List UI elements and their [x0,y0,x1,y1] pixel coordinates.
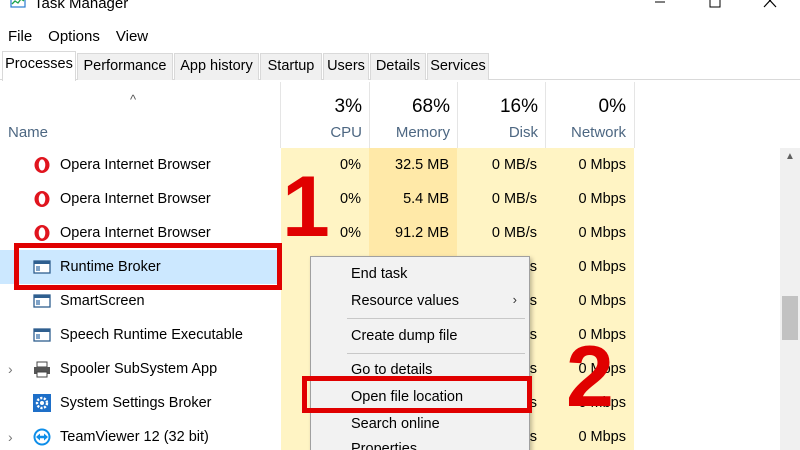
chevron-right-icon[interactable]: › [8,420,13,450]
tab-performance[interactable]: Performance [77,53,173,80]
row-name-cell[interactable]: › TeamViewer 12 (32 bit) [0,420,278,450]
close-button[interactable] [755,0,785,14]
close-icon [763,0,777,8]
memory-total: 68% [411,96,450,117]
menu-item-open-file-location[interactable]: Open file location [351,389,463,405]
cpu-total: 3% [334,96,362,117]
disk-cell: 0 MB/s [457,182,545,216]
opera-icon [34,225,50,241]
row-name-cell[interactable]: SmartScreen [0,284,278,318]
menu-item-search-online[interactable]: Search online [351,416,440,432]
process-name: Opera Internet Browser [60,225,211,241]
disk-cell: 0 MB/s [457,216,545,250]
chevron-right-icon[interactable]: › [8,352,13,386]
tab-strip: Processes Performance App history Startu… [0,51,800,81]
network-cell: 0 Mbps [545,284,634,318]
process-name: Spooler SubSystem App [60,361,218,377]
tab-startup[interactable]: Startup [260,53,322,80]
column-disk-header[interactable]: 16% Disk [458,96,538,141]
process-name: Opera Internet Browser [60,157,211,173]
process-name: TeamViewer 12 (32 bit) [60,429,209,445]
menu-item-resource-values[interactable]: Resource values [351,293,459,309]
memory-label: Memory [395,124,450,141]
memory-cell: 5.4 MB [369,182,457,216]
row-name-cell[interactable]: System Settings Broker [0,386,278,420]
table-row[interactable]: Opera Internet Browser 0% 91.2 MB 0 MB/s… [0,216,780,250]
column-divider[interactable] [634,82,635,148]
minimize-button[interactable] [645,0,675,14]
tab-processes[interactable]: Processes [2,51,76,81]
menu-bar: File Options View [0,24,800,50]
step-2-label: 2 [566,329,614,425]
scroll-up-arrow-icon[interactable]: ▲ [780,148,800,166]
menu-options[interactable]: Options [40,24,108,50]
title-bar: Task Manager [0,0,800,22]
process-name: System Settings Broker [60,395,212,411]
process-name: Runtime Broker [60,259,161,275]
process-name: Speech Runtime Executable [60,327,243,343]
column-header: ^ Name 3% CPU 68% Memory 16% Disk 0% Net… [0,82,800,148]
teamviewer-icon [33,428,51,446]
row-name-cell[interactable]: Opera Internet Browser [0,182,278,216]
column-memory-header[interactable]: 68% Memory [370,96,450,141]
menu-item-create-dump-file[interactable]: Create dump file [351,328,457,344]
memory-cell: 91.2 MB [369,216,457,250]
network-label: Network [570,124,626,141]
column-name-header[interactable]: Name [8,124,48,141]
window-icon [33,328,51,342]
tab-app-history[interactable]: App history [174,53,259,80]
opera-icon [34,191,50,207]
process-name: SmartScreen [60,293,145,309]
column-cpu-header[interactable]: 3% CPU [282,96,362,141]
column-divider[interactable] [280,82,281,148]
network-cell: 0 Mbps [545,148,634,182]
window-icon [33,294,51,308]
menu-item-go-to-details[interactable]: Go to details [351,362,432,378]
menu-divider [347,353,525,354]
network-cell: 0 Mbps [545,250,634,284]
vertical-scrollbar[interactable]: ▲ [780,148,800,450]
menu-view[interactable]: View [108,24,156,50]
minimize-icon [655,1,665,3]
menu-item-end-task[interactable]: End task [351,266,407,282]
row-name-cell[interactable]: Speech Runtime Executable [0,318,278,352]
column-network-header[interactable]: 0% Network [546,96,626,141]
tab-users[interactable]: Users [323,53,369,80]
table-row[interactable]: Opera Internet Browser 0% 32.5 MB 0 MB/s… [0,148,780,182]
sort-up-icon[interactable]: ^ [130,92,136,107]
cpu-label: CPU [330,124,362,141]
network-total: 0% [598,96,626,117]
row-name-cell[interactable]: Opera Internet Browser [0,148,278,182]
step-1-label: 1 [282,159,330,255]
scrollbar-thumb[interactable] [782,296,798,340]
maximize-icon [709,0,721,8]
context-menu: End task Resource values › Create dump f… [310,256,530,450]
window-icon [33,260,51,274]
disk-total: 16% [499,96,538,117]
table-row[interactable]: Opera Internet Browser 0% 5.4 MB 0 MB/s … [0,182,780,216]
disk-cell: 0 MB/s [457,148,545,182]
opera-icon [34,157,50,173]
submenu-arrow-icon: › [512,292,517,307]
printer-icon [34,361,50,378]
network-cell: 0 Mbps [545,216,634,250]
process-name: Opera Internet Browser [60,191,211,207]
window-title: Task Manager [34,0,129,12]
task-manager-icon [10,0,26,8]
row-name-cell[interactable]: Opera Internet Browser [0,216,278,250]
menu-item-properties[interactable]: Properties [351,441,417,450]
memory-cell: 32.5 MB [369,148,457,182]
row-name-cell[interactable]: Runtime Broker [0,250,278,284]
menu-divider [347,318,525,319]
gear-icon [33,394,51,412]
disk-label: Disk [508,124,538,141]
network-cell: 0 Mbps [545,182,634,216]
row-name-cell[interactable]: › Spooler SubSystem App [0,352,278,386]
tab-details[interactable]: Details [370,53,426,80]
menu-file[interactable]: File [0,24,40,50]
tab-services[interactable]: Services [427,53,489,80]
maximize-button[interactable] [700,0,730,14]
